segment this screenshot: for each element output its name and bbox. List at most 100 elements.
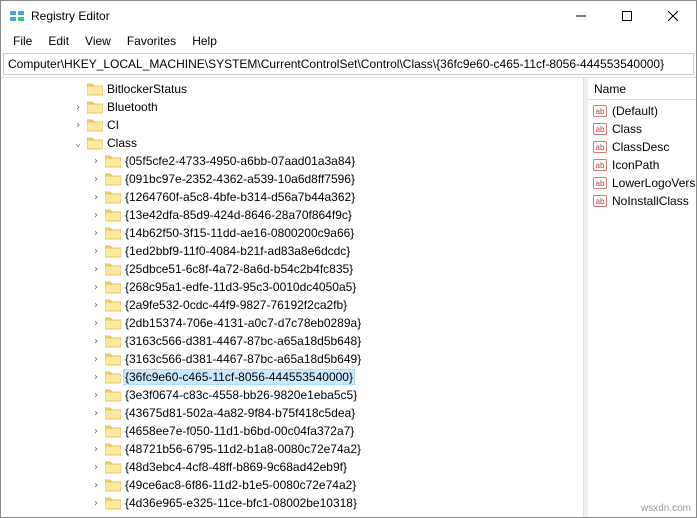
tree-item[interactable]: ⌄Class [1,134,583,152]
list-body[interactable]: ab(Default)abClassabClassDescabIconPatha… [588,100,696,517]
menu-favorites[interactable]: Favorites [119,32,184,50]
chevron-right-icon[interactable]: › [89,246,103,257]
tree-item[interactable]: › {25dbce51-6c8f-4a72-8a6d-b54c2b4fc835} [1,260,583,278]
menubar: File Edit View Favorites Help [1,31,696,51]
list-item-label: NoInstallClass [612,194,689,208]
tree-item[interactable]: › {13e42dfa-85d9-424d-8646-28a70f864f9c} [1,206,583,224]
tree-item-label: {1264760f-a5c8-4bfe-b314-d56a7b44a362} [125,190,355,204]
address-text: Computer\HKEY_LOCAL_MACHINE\SYSTEM\Curre… [8,57,664,71]
chevron-right-icon[interactable]: › [89,264,103,275]
tree-item[interactable]: ›{3163c566-d381-4467-87bc-a65a18d5b649} [1,350,583,368]
titlebar: Registry Editor [1,1,696,31]
address-bar[interactable]: Computer\HKEY_LOCAL_MACHINE\SYSTEM\Curre… [3,53,694,75]
tree-item-label: {36fc9e60-c465-11cf-8056-444553540000} [123,369,355,385]
tree-item-label: {4d36e965-e325-11ce-bfc1-08002be10318} [125,496,357,510]
tree-item[interactable]: ›{3163c566-d381-4467-87bc-a65a18d5b648} [1,332,583,350]
tree-item-label: {2a9fe532-0cdc-44f9-9827-76192f2ca2fb} [125,298,347,312]
close-button[interactable] [650,1,696,31]
tree-item-label: {1ed2bbf9-11f0-4084-b21f-ad83a8e6dcdc} [125,244,350,258]
tree-item[interactable]: ›{268c95a1-edfe-11d3-95c3-0010dc4050a5} [1,278,583,296]
chevron-right-icon[interactable]: › [89,390,103,401]
tree-item-label: {48721b56-6795-11d2-b1a8-0080c72e74a2} [125,442,361,456]
tree-item-label: {48d3ebc4-4cf8-48ff-b869-9c68ad42eb9f} [125,460,347,474]
list-item[interactable]: ab Class [588,120,696,138]
tree-item-label: {13e42dfa-85d9-424d-8646-28a70f864f9c} [125,208,352,222]
string-value-icon: ab [592,139,608,155]
chevron-right-icon[interactable]: › [89,192,103,203]
svg-text:ab: ab [596,179,605,188]
menu-help[interactable]: Help [184,32,225,50]
chevron-right-icon[interactable]: › [71,102,85,113]
svg-text:ab: ab [596,197,605,206]
chevron-right-icon[interactable]: › [89,480,103,491]
string-value-icon: ab [592,121,608,137]
app-icon [9,8,25,24]
tree-item[interactable]: ›{49ce6ac8-6f86-11d2-b1e5-0080c72e74a2} [1,476,583,494]
list-item-label: Class [612,122,642,136]
chevron-right-icon[interactable]: › [89,426,103,437]
list-item[interactable]: ab NoInstallClass [588,192,696,210]
maximize-button[interactable] [604,1,650,31]
tree-item[interactable]: › {48d3ebc4-4cf8-48ff-b869-9c68ad42eb9f} [1,458,583,476]
list-item[interactable]: ab IconPath [588,156,696,174]
tree-item[interactable]: ›{091bc97e-2352-4362-a539-10a6d8ff7596} [1,170,583,188]
chevron-right-icon[interactable]: › [89,372,103,383]
list-item[interactable]: abClassDesc [588,138,696,156]
svg-text:ab: ab [596,125,605,134]
window-title: Registry Editor [31,9,558,23]
chevron-right-icon[interactable]: › [89,354,103,365]
tree-item-label: {2db15374-706e-4131-a0c7-d7c78eb0289a} [125,316,361,330]
list-item[interactable]: ab LowerLogoVersi [588,174,696,192]
menu-edit[interactable]: Edit [40,32,77,50]
tree-item-label: {25dbce51-6c8f-4a72-8a6d-b54c2b4fc835} [125,262,353,276]
tree-item[interactable]: › {36fc9e60-c465-11cf-8056-444553540000} [1,368,583,386]
chevron-right-icon[interactable]: › [89,336,103,347]
tree-item[interactable]: › {2db15374-706e-4131-a0c7-d7c78eb0289a} [1,314,583,332]
svg-text:ab: ab [596,107,605,116]
chevron-right-icon[interactable]: › [89,462,103,473]
tree-item[interactable]: › {4d36e965-e325-11ce-bfc1-08002be10318} [1,494,583,512]
tree-item[interactable]: ›BitlockerStatus [1,80,583,98]
tree-item[interactable]: › {1ed2bbf9-11f0-4084-b21f-ad83a8e6dcdc} [1,242,583,260]
tree-item[interactable]: › Bluetooth [1,98,583,116]
tree-item[interactable]: › {4658ee7e-f050-11d1-b6bd-00c04fa372a7} [1,422,583,440]
chevron-right-icon[interactable]: › [89,444,103,455]
chevron-right-icon[interactable]: › [89,282,103,293]
list-item-label: IconPath [612,158,659,172]
tree-item-label: {14b62f50-3f15-11dd-ae16-0800200c9a66} [125,226,354,240]
chevron-right-icon[interactable]: › [89,498,103,509]
tree-item[interactable]: ›{3e3f0674-c83c-4558-bb26-9820e1eba5c5} [1,386,583,404]
tree-item[interactable]: › {48721b56-6795-11d2-b1a8-0080c72e74a2} [1,440,583,458]
minimize-button[interactable] [558,1,604,31]
chevron-right-icon[interactable]: › [89,228,103,239]
tree-item-label: {43675d81-502a-4a82-9f84-b75f418c5dea} [125,406,355,420]
chevron-right-icon[interactable]: › [71,120,85,131]
chevron-down-icon[interactable]: ⌄ [71,138,85,149]
tree-item[interactable]: › CI [1,116,583,134]
string-value-icon: ab [592,193,608,209]
menu-file[interactable]: File [5,32,40,50]
tree-item[interactable]: ›{05f5cfe2-4733-4950-a6bb-07aad01a3a84} [1,152,583,170]
tree-item-label: Bluetooth [107,100,158,114]
list-item-label: LowerLogoVersi [612,176,696,190]
chevron-right-icon[interactable]: › [89,408,103,419]
tree-item[interactable]: › {2a9fe532-0cdc-44f9-9827-76192f2ca2fb} [1,296,583,314]
tree-item[interactable]: › {1264760f-a5c8-4bfe-b314-d56a7b44a362} [1,188,583,206]
menu-view[interactable]: View [77,32,119,50]
tree-item[interactable]: › {43675d81-502a-4a82-9f84-b75f418c5dea} [1,404,583,422]
tree-item-label: {4658ee7e-f050-11d1-b6bd-00c04fa372a7} [125,424,354,438]
svg-text:ab: ab [596,161,605,170]
content-area: ›BitlockerStatus›Bluetooth›CI⌄Class›{05f… [1,77,696,517]
list-header-name[interactable]: Name [588,78,696,100]
list-item[interactable]: ab(Default) [588,102,696,120]
chevron-right-icon[interactable]: › [89,174,103,185]
chevron-right-icon[interactable]: › [89,210,103,221]
chevron-right-icon[interactable]: › [89,156,103,167]
chevron-right-icon[interactable]: › [89,300,103,311]
chevron-right-icon[interactable]: › [89,318,103,329]
tree-item[interactable]: › {14b62f50-3f15-11dd-ae16-0800200c9a66} [1,224,583,242]
tree-item-label: CI [107,118,119,132]
tree-pane[interactable]: ›BitlockerStatus › Bluetooth › CI ⌄Class›{05f… [1,78,584,517]
svg-text:ab: ab [596,143,605,152]
string-value-icon: ab [592,157,608,173]
